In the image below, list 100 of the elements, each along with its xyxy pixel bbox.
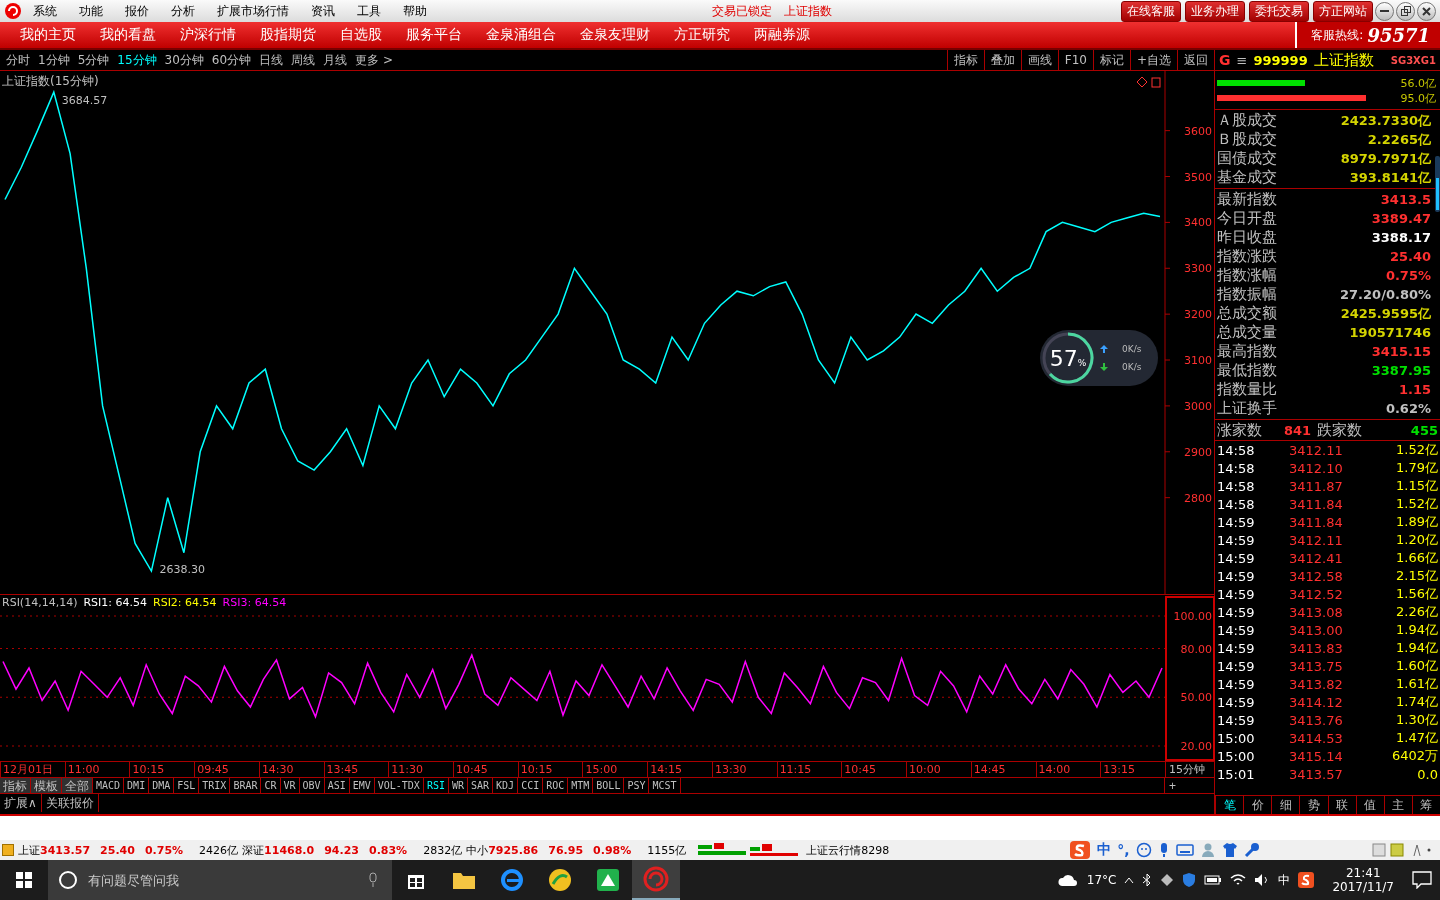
input-method-logo-icon[interactable] — [1298, 872, 1315, 888]
stat-label: 上证换手 — [1217, 399, 1277, 418]
stat-label: 今日开盘 — [1217, 209, 1277, 228]
menu-item[interactable]: 系统 — [22, 2, 68, 20]
ime-button[interactable]: 中 — [1097, 841, 1112, 859]
indicator-tab[interactable]: ROC — [543, 778, 569, 793]
index-change: 94.23 — [324, 843, 359, 857]
nav-item[interactable]: 自选股 — [328, 26, 394, 44]
tick-price: 3414.12 — [1288, 694, 1344, 710]
period-tab[interactable]: 15分钟 — [113, 51, 161, 69]
stat-value: 0.75% — [1385, 268, 1431, 283]
volume-reading: 56.0亿 — [1400, 76, 1436, 91]
time-label: 14:15 — [647, 762, 712, 777]
tick-amount: 1.94亿 — [1395, 639, 1438, 657]
ime-indicator[interactable]: 中 — [1278, 871, 1291, 889]
period-tab[interactable]: 分时 — [2, 51, 34, 69]
layout-icon[interactable] — [1151, 77, 1161, 88]
min-price-label: 2638.30 — [159, 563, 205, 577]
indicator-tab[interactable]: KDJ — [493, 778, 519, 793]
menu-item[interactable]: 分析 — [160, 2, 206, 20]
stat-value: 0.62% — [1385, 401, 1431, 416]
tick-time: 14:59 — [1217, 532, 1256, 548]
indicator-tab[interactable]: MCST — [649, 778, 681, 793]
nav-item[interactable]: 方正研究 — [662, 26, 742, 44]
battery-icon[interactable] — [1204, 874, 1223, 886]
tick-amount: 1.74亿 — [1395, 693, 1438, 711]
indicator-tab[interactable]: TRIX — [199, 778, 231, 793]
menu-item[interactable]: 报价 — [114, 2, 160, 20]
menu-item[interactable]: 资讯 — [300, 2, 346, 20]
index-percent: 0.98% — [593, 843, 632, 857]
tick-amount: 1.56亿 — [1395, 585, 1438, 603]
indicator-tab[interactable]: CCI — [518, 778, 544, 793]
wrench-icon[interactable] — [1243, 842, 1260, 858]
menu-item[interactable]: 功能 — [68, 2, 114, 20]
period-tab[interactable]: 30分钟 — [160, 51, 208, 69]
clock-time: 21:41 — [1345, 866, 1381, 880]
tick-price: 3412.58 — [1288, 568, 1344, 584]
menu-item[interactable]: 扩展市场行情 — [206, 2, 300, 20]
nav-item[interactable]: 股指期货 — [248, 26, 328, 44]
ime-button[interactable]: °, — [1117, 842, 1130, 858]
nav-item[interactable]: 我的看盘 — [88, 26, 168, 44]
shield-icon[interactable] — [1182, 872, 1197, 888]
scrollbar[interactable] — [1435, 156, 1440, 212]
search-input[interactable]: 有问题尽管问我 — [86, 871, 360, 889]
indicator-tab[interactable]: MTM — [568, 778, 594, 793]
indicator-tab[interactable]: 全部 — [62, 778, 93, 793]
breadth-label: 跌家数 — [1317, 420, 1363, 440]
index-name: 中小 — [466, 842, 489, 858]
nav-item[interactable]: 我的主页 — [8, 26, 88, 44]
tick-price: 3413.83 — [1288, 640, 1344, 656]
app-logo-icon — [4, 2, 22, 20]
search-field[interactable]: 有问题尽管问我 — [48, 860, 392, 900]
menu-item[interactable]: 工具 — [346, 2, 392, 20]
wifi-icon[interactable] — [1230, 873, 1247, 887]
indicator-tab[interactable]: SAR — [468, 778, 494, 793]
notification-icon[interactable] — [1412, 871, 1432, 889]
toolbar-button[interactable]: 委托交易 — [1249, 0, 1309, 22]
period-tab[interactable]: 周线 — [287, 51, 320, 69]
period-tab[interactable]: 5分钟 — [73, 51, 114, 69]
stat-label: 最高指数 — [1217, 342, 1277, 361]
indicator-tab[interactable]: 模板 — [31, 778, 62, 793]
weather-text: 17°C — [1086, 873, 1117, 887]
tick-time: 14:58 — [1217, 460, 1256, 476]
stock-name: 上证指数 — [1313, 50, 1374, 70]
nav-item[interactable]: 沪深行情 — [168, 26, 248, 44]
period-tab[interactable]: 月线 — [319, 51, 352, 69]
microphone-icon[interactable] — [368, 872, 378, 888]
swirl-icon — [643, 866, 669, 892]
chevron-up-icon[interactable] — [1124, 876, 1135, 884]
indicator-tab[interactable]: DMA — [149, 778, 175, 793]
breadth-label: 涨家数 — [1217, 420, 1262, 440]
smiley-icon[interactable] — [1135, 842, 1152, 858]
period-tab[interactable]: 60分钟 — [207, 51, 256, 69]
stat-value: 3415.15 — [1371, 344, 1431, 359]
menu-item[interactable]: 帮助 — [392, 2, 438, 20]
nav-item[interactable]: 两融券源 — [742, 26, 822, 44]
indicator-tab[interactable]: 指标 — [0, 778, 31, 793]
close-button[interactable] — [1417, 1, 1436, 21]
toolbar-button[interactable]: 在线客服 — [1121, 0, 1181, 22]
nav-item[interactable]: 金泉涌组合 — [474, 26, 568, 44]
toolbar-button[interactable]: 方正网站 — [1313, 0, 1373, 22]
indicator-tab[interactable]: MACD — [93, 778, 125, 793]
keyboard-icon[interactable] — [1175, 843, 1194, 857]
minimize-button[interactable] — [1375, 1, 1394, 21]
tick-amount: 2.15亿 — [1395, 567, 1438, 585]
nav-item[interactable]: 金泉友理财 — [568, 26, 662, 44]
bluetooth-icon[interactable] — [1142, 873, 1153, 887]
diamond-icon[interactable] — [1160, 873, 1175, 887]
nav-item[interactable]: 服务平台 — [394, 26, 474, 44]
period-tab[interactable]: 1分钟 — [34, 51, 74, 69]
period-tab[interactable]: 更多 > — [351, 51, 397, 69]
period-tab[interactable]: 日线 — [255, 51, 288, 69]
diamond-icon[interactable] — [1136, 76, 1148, 88]
indicator-tab[interactable]: DMI — [124, 778, 150, 793]
menu-glyph[interactable]: ≡ — [1236, 52, 1248, 68]
shirt-icon[interactable] — [1221, 842, 1238, 858]
restore-button[interactable] — [1396, 1, 1415, 21]
index-name: 深证 — [242, 842, 265, 858]
toolbar-button[interactable]: 业务办理 — [1185, 0, 1245, 22]
upload-speed: 0K/s — [1122, 344, 1142, 354]
